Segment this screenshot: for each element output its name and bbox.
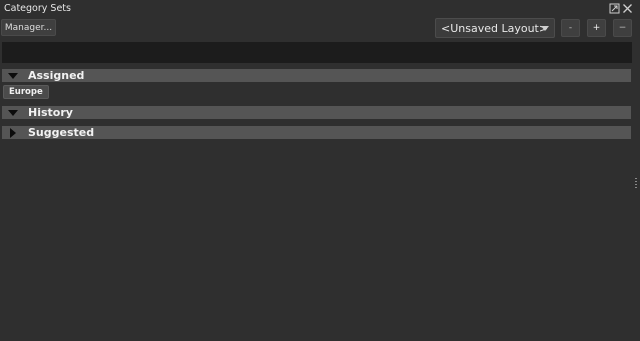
section-header-assigned[interactable]: Assigned <box>2 69 631 82</box>
triangle-down-icon[interactable] <box>8 72 18 79</box>
decrease-button[interactable]: - <box>561 19 580 37</box>
add-button[interactable]: + <box>587 19 606 37</box>
section-header-history[interactable]: History <box>2 106 631 119</box>
resize-grip-icon[interactable] <box>635 178 637 190</box>
section-label-assigned: Assigned <box>28 69 85 82</box>
search-field[interactable] <box>2 42 632 63</box>
section-label-suggested: Suggested <box>28 126 95 139</box>
panel-title: Category Sets <box>4 3 71 14</box>
section-label-history: History <box>28 106 73 119</box>
close-icon[interactable] <box>622 3 633 14</box>
triangle-right-icon[interactable] <box>10 127 16 138</box>
layout-dropdown-value: <Unsaved Layout> <box>441 21 549 35</box>
window-controls <box>609 3 633 14</box>
manager-button[interactable]: Manager... <box>1 19 56 36</box>
remove-button[interactable]: − <box>613 19 632 37</box>
layout-dropdown[interactable]: <Unsaved Layout> <box>435 18 555 38</box>
chevron-down-icon <box>541 26 549 31</box>
triangle-down-icon[interactable] <box>8 109 18 116</box>
category-sets-panel: Category Sets Manager... <Unsaved Layout… <box>0 0 640 341</box>
popout-icon[interactable] <box>609 3 620 14</box>
category-tag-europe[interactable]: Europe <box>3 85 49 99</box>
section-header-suggested[interactable]: Suggested <box>2 126 631 139</box>
